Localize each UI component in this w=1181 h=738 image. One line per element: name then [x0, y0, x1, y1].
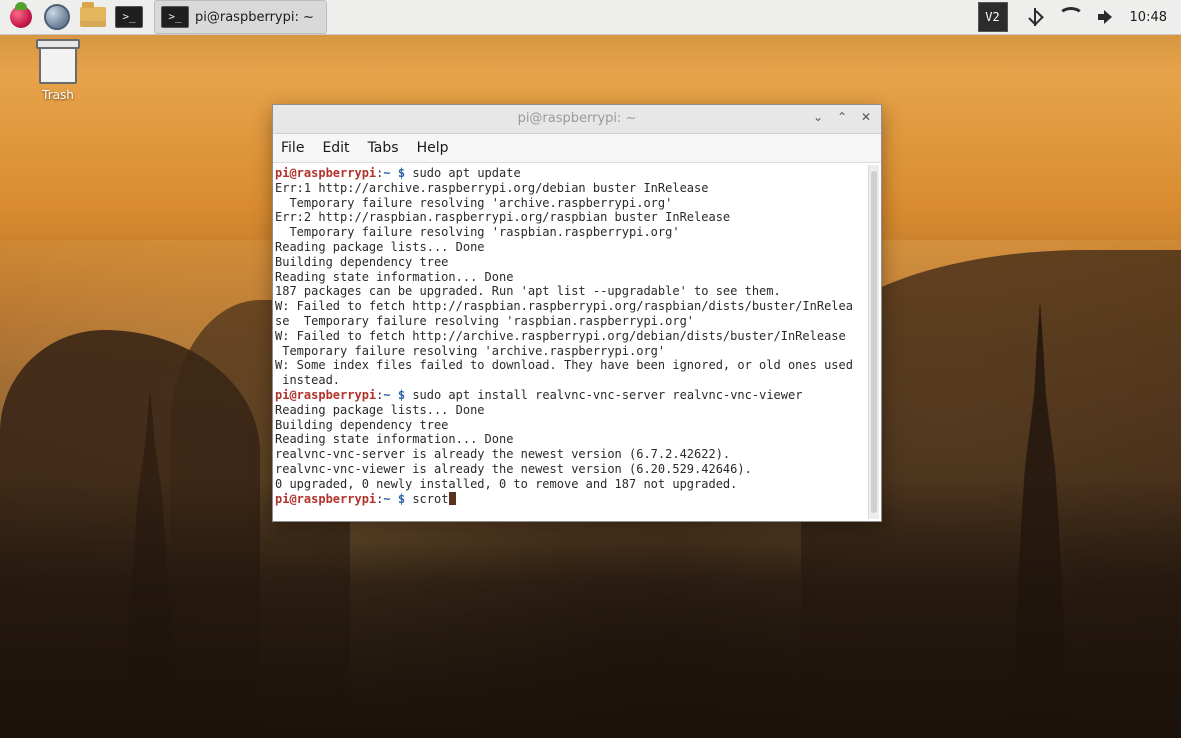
maximize-button[interactable]: ⌃	[835, 110, 849, 124]
web-browser-launcher[interactable]	[42, 2, 72, 32]
terminal-output-line: Building dependency tree	[275, 254, 449, 269]
prompt-command: scrot	[412, 491, 449, 506]
terminal-output-line: Err:1 http://archive.raspberrypi.org/deb…	[275, 180, 709, 195]
terminal-window: pi@raspberrypi: ~ ⌄ ⌃ ✕ File Edit Tabs H…	[272, 104, 882, 522]
prompt-user: pi@raspberrypi	[275, 491, 377, 506]
terminal-launcher[interactable]: >_	[114, 2, 144, 32]
trash-icon	[36, 39, 80, 84]
wifi-icon[interactable]	[1057, 4, 1084, 30]
terminal-prompt-line: pi@raspberrypi:~ $ sudo apt update	[275, 166, 865, 181]
terminal-output-line: Reading package lists... Done	[275, 239, 485, 254]
menu-tabs[interactable]: Tabs	[368, 140, 399, 156]
trash-label: Trash	[42, 88, 74, 102]
terminal-output-line: realvnc-vnc-server is already the newest…	[275, 447, 731, 462]
taskbar-active-terminal-task[interactable]: >_ pi@raspberrypi: ~	[154, 0, 327, 34]
file-manager-launcher[interactable]	[78, 2, 108, 32]
terminal-output-line: W: Some index files failed to download. …	[275, 358, 853, 373]
window-controls: ⌄ ⌃ ✕	[811, 110, 873, 124]
terminal-output-line: se Temporary failure resolving 'raspbian…	[275, 313, 695, 328]
taskbar: >_ >_ pi@raspberrypi: ~ V2 10:48	[0, 0, 1181, 35]
terminal-output-line: W: Failed to fetch http://archive.raspbe…	[275, 328, 846, 343]
terminal-icon: >_	[115, 6, 143, 28]
minimize-button[interactable]: ⌄	[811, 110, 825, 124]
terminal-output-line: instead.	[275, 373, 341, 388]
raspberry-menu-button[interactable]	[6, 2, 36, 32]
menu-file[interactable]: File	[281, 140, 304, 156]
folder-icon	[80, 2, 106, 27]
terminal-output-line: Err:2 http://raspbian.raspberrypi.org/ra…	[275, 210, 731, 225]
prompt-command: sudo apt install realvnc-vnc-server real…	[412, 387, 803, 402]
terminal-output-line: Reading state information... Done	[275, 432, 514, 447]
window-titlebar[interactable]: pi@raspberrypi: ~ ⌄ ⌃ ✕	[273, 105, 881, 134]
desktop-trash-icon[interactable]: Trash	[32, 39, 84, 102]
volume-icon[interactable]	[1094, 4, 1120, 30]
menubar: File Edit Tabs Help	[273, 134, 881, 163]
menu-edit[interactable]: Edit	[322, 140, 349, 156]
scrollbar-thumb[interactable]	[871, 171, 877, 513]
terminal-output-line: Building dependency tree	[275, 417, 449, 432]
prompt-user: pi@raspberrypi	[275, 166, 377, 180]
terminal-output-line: realvnc-vnc-viewer is already the newest…	[275, 461, 752, 476]
clock[interactable]: 10:48	[1130, 10, 1167, 25]
prompt-dollar: $	[390, 166, 413, 180]
terminal-output-line: 0 upgraded, 0 newly installed, 0 to remo…	[275, 476, 738, 491]
terminal-output-line: Temporary failure resolving 'archive.ras…	[275, 195, 673, 210]
terminal-prompt-line: pi@raspberrypi:~ $ sudo apt install real…	[275, 388, 865, 403]
prompt-command: sudo apt update	[412, 166, 521, 180]
prompt-path: ~	[383, 166, 391, 180]
terminal-output-line: 187 packages can be upgraded. Run 'apt l…	[275, 284, 781, 299]
terminal-output-line: Temporary failure resolving 'archive.ras…	[275, 343, 666, 358]
prompt-path: ~	[383, 491, 391, 506]
raspberry-icon	[10, 2, 32, 28]
terminal-scrollbar[interactable]	[868, 165, 879, 519]
prompt-dollar: $	[390, 387, 413, 402]
text-cursor	[449, 491, 457, 505]
terminal-output-line: Temporary failure resolving 'raspbian.ra…	[275, 225, 680, 240]
close-button[interactable]: ✕	[859, 110, 873, 124]
terminal-prompt-line: pi@raspberrypi:~ $ scrot	[275, 491, 865, 507]
terminal-output-line: Reading state information... Done	[275, 269, 514, 284]
prompt-path: ~	[383, 387, 391, 402]
window-title: pi@raspberrypi: ~	[517, 111, 637, 126]
system-tray: V2 10:48	[977, 0, 1181, 34]
globe-icon	[44, 4, 70, 30]
bluetooth-icon[interactable]	[1022, 4, 1048, 30]
prompt-dollar: $	[390, 491, 413, 506]
prompt-user: pi@raspberrypi	[275, 387, 377, 402]
terminal-output[interactable]: pi@raspberrypi:~ $ sudo apt update Err:1 …	[273, 162, 867, 521]
terminal-icon: >_	[161, 6, 189, 28]
terminal-output-line: W: Failed to fetch http://raspbian.raspb…	[275, 299, 853, 314]
active-task-label: pi@raspberrypi: ~	[195, 9, 314, 25]
vnc-server-icon[interactable]: V2	[977, 2, 1008, 32]
terminal-output-line: Reading package lists... Done	[275, 402, 485, 417]
menu-help[interactable]: Help	[417, 140, 449, 156]
